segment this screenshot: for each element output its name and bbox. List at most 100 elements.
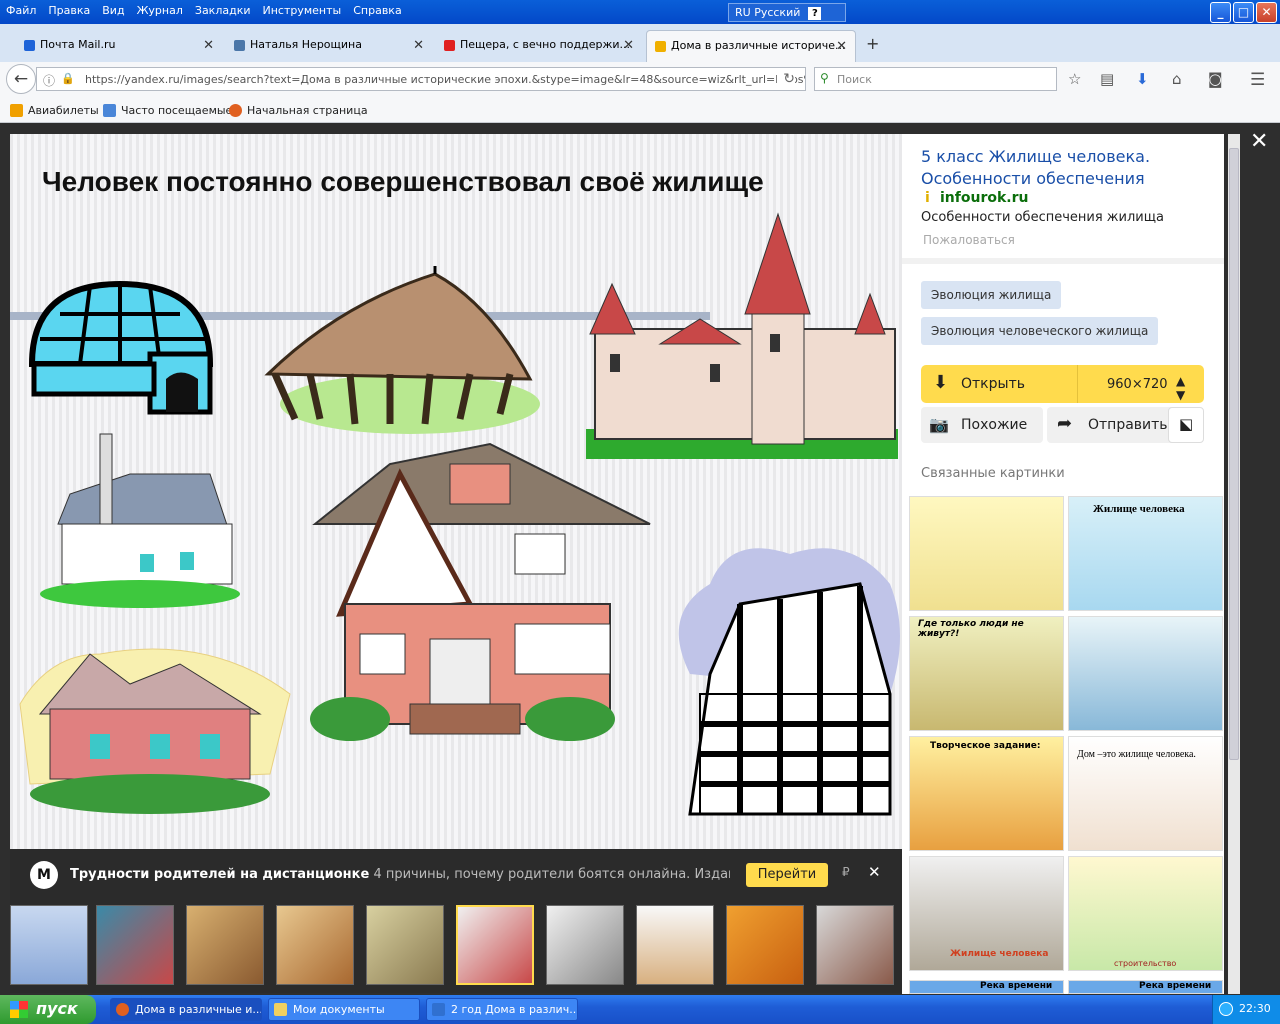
divider bbox=[1077, 365, 1078, 403]
tab-mail[interactable]: Почта Mail.ru ✕ bbox=[16, 30, 222, 62]
start-label: пуск bbox=[36, 999, 78, 1018]
thumbnail[interactable] bbox=[276, 905, 354, 985]
scrollbar-thumb[interactable] bbox=[1229, 148, 1239, 760]
tab-label: Наталья Нерощина bbox=[250, 38, 362, 51]
folder-icon bbox=[103, 104, 116, 117]
related-image[interactable]: Творческое задание: bbox=[909, 736, 1064, 851]
maximize-button[interactable]: □ bbox=[1233, 2, 1254, 23]
ad-description: 4 причины, почему родители боятся онлайн… bbox=[373, 867, 730, 882]
task-word[interactable]: 2 год Дома в различ... bbox=[426, 998, 578, 1021]
tag-evolution-human-housing[interactable]: Эволюция человеческого жилища bbox=[921, 317, 1159, 345]
panel-scrollbar[interactable] bbox=[1228, 134, 1240, 994]
related-image[interactable] bbox=[909, 496, 1064, 611]
tab-close-icon[interactable]: ✕ bbox=[836, 39, 847, 54]
related-caption: Река времени bbox=[1139, 981, 1212, 991]
related-image[interactable]: Где только люди не живут?! bbox=[909, 616, 1064, 731]
viewer-close-button[interactable]: ✕ bbox=[1250, 129, 1268, 154]
document-icon bbox=[432, 1003, 445, 1016]
thumbnail[interactable] bbox=[726, 905, 804, 985]
thumbnail[interactable] bbox=[816, 905, 894, 985]
tab-cave[interactable]: Пещера, с вечно поддержи... ✕ bbox=[436, 30, 642, 62]
apartment-building-icon bbox=[678, 548, 900, 816]
menu-bookmarks[interactable]: Закладки bbox=[189, 0, 257, 17]
minimize-button[interactable]: _ bbox=[1210, 2, 1231, 23]
tab-houses[interactable]: Дома в различные историче... ✕ bbox=[646, 30, 856, 62]
thumbnail-active[interactable] bbox=[456, 905, 534, 985]
thumbnail[interactable] bbox=[636, 905, 714, 985]
info-panel: 5 класс Жилище человека. Особенности обе… bbox=[902, 134, 1224, 994]
related-grid: Жилище человека Где только люди не живут… bbox=[909, 496, 1224, 996]
tab-label: Дома в различные историче... bbox=[671, 39, 846, 52]
related-image[interactable]: Река времени bbox=[909, 980, 1064, 994]
search-icon: ⚲ bbox=[820, 71, 829, 85]
ad-go-button[interactable]: Перейти bbox=[746, 863, 828, 887]
menu-help[interactable]: Справка bbox=[347, 0, 407, 17]
close-window-button[interactable]: ✕ bbox=[1256, 2, 1277, 23]
thumbnail[interactable] bbox=[96, 905, 174, 985]
firefox-icon bbox=[116, 1003, 129, 1016]
bookmark-frequent[interactable]: Часто посещаемые bbox=[103, 104, 232, 117]
related-image[interactable]: Жилище человека bbox=[1068, 496, 1223, 611]
help-icon[interactable]: ? bbox=[808, 7, 822, 20]
bookmark-home[interactable]: Начальная страница bbox=[229, 104, 368, 117]
tab-close-icon[interactable]: ✕ bbox=[413, 38, 424, 53]
crop-button[interactable]: ⬕ bbox=[1168, 407, 1204, 443]
pocket-icon[interactable]: ◙ bbox=[1208, 70, 1223, 88]
nav-bar: ⓘ 🔒 https://yandex.ru/images/search?text… bbox=[0, 62, 1280, 96]
thumbnail[interactable] bbox=[546, 905, 624, 985]
reload-button[interactable]: ↻ bbox=[777, 71, 795, 87]
tab-close-icon[interactable]: ✕ bbox=[623, 38, 634, 53]
task-label: 2 год Дома в различ... bbox=[451, 1003, 578, 1016]
info-icon[interactable]: ⓘ bbox=[43, 72, 55, 89]
language-bar[interactable]: RU Русский? bbox=[728, 3, 846, 22]
back-button[interactable]: ← bbox=[6, 64, 36, 94]
related-image[interactable] bbox=[1068, 616, 1223, 731]
ad-banner[interactable]: M Трудности родителей на дистанционке 4 … bbox=[10, 849, 902, 901]
open-button[interactable]: ⬇ Открыть 960×720 ▲ ▼ bbox=[921, 365, 1204, 403]
tag-evolution-housing[interactable]: Эволюция жилища bbox=[921, 281, 1062, 309]
related-image[interactable]: Река времени bbox=[1068, 980, 1223, 994]
tab-vk[interactable]: Наталья Нерощина ✕ bbox=[226, 30, 432, 62]
task-documents[interactable]: Мои документы bbox=[268, 998, 420, 1021]
home-icon[interactable]: ⌂ bbox=[1172, 70, 1182, 88]
search-input[interactable]: ⚲ Поиск bbox=[814, 67, 1057, 91]
menu-tools[interactable]: Инструменты bbox=[257, 0, 348, 17]
source-title-link[interactable]: 5 класс Жилище человека. Особенности обе… bbox=[921, 146, 1211, 190]
main-image[interactable]: Человек постоянно совершенствовал своё ж… bbox=[10, 134, 902, 849]
bookmark-label: Начальная страница bbox=[247, 104, 368, 117]
menu-history[interactable]: Журнал bbox=[131, 0, 189, 17]
bookmark-flights[interactable]: Авиабилеты bbox=[10, 104, 99, 117]
source-site-link[interactable]: infourok.ru bbox=[940, 190, 1028, 206]
star-icon[interactable]: ☆ bbox=[1068, 70, 1081, 88]
similar-button[interactable]: 📷 Похожие bbox=[921, 407, 1043, 443]
size-select[interactable]: 960×720 bbox=[1107, 377, 1168, 392]
menu-file[interactable]: Файл bbox=[0, 0, 42, 17]
related-image[interactable]: Дом –это жилище человека. bbox=[1068, 736, 1223, 851]
thumbnail[interactable] bbox=[186, 905, 264, 985]
network-icon[interactable] bbox=[1219, 1002, 1233, 1016]
tab-close-icon[interactable]: ✕ bbox=[203, 38, 214, 53]
task-label: Мои документы bbox=[293, 1003, 385, 1016]
menu-icon[interactable]: ☰ bbox=[1250, 70, 1265, 90]
download-icon[interactable]: ⬇ bbox=[1136, 70, 1149, 88]
source-description: Особенности обеспечения жилища bbox=[921, 210, 1164, 225]
reading-list-icon[interactable]: ▤ bbox=[1100, 70, 1114, 88]
new-tab-button[interactable]: + bbox=[866, 34, 879, 53]
camera-icon: 📷 bbox=[929, 415, 949, 434]
bookmark-label: Авиабилеты bbox=[28, 104, 99, 117]
thumbnail[interactable] bbox=[10, 905, 88, 985]
start-button[interactable]: пуск bbox=[0, 995, 96, 1024]
task-firefox[interactable]: Дома в различные и... bbox=[110, 998, 262, 1021]
menu-view[interactable]: Вид bbox=[96, 0, 130, 17]
lock-icon[interactable]: 🔒 bbox=[61, 72, 75, 85]
report-link[interactable]: Пожаловаться bbox=[923, 233, 1015, 247]
url-input[interactable]: ⓘ 🔒 https://yandex.ru/images/search?text… bbox=[36, 67, 806, 91]
ad-marker-icon[interactable]: ₽ bbox=[842, 865, 850, 879]
related-caption: строительство bbox=[1114, 959, 1177, 968]
related-image[interactable]: Жилище человека bbox=[909, 856, 1064, 971]
related-image[interactable]: строительство bbox=[1068, 856, 1223, 971]
ad-close-button[interactable]: ✕ bbox=[868, 863, 881, 881]
download-icon: ⬇ bbox=[933, 372, 949, 393]
menu-edit[interactable]: Правка bbox=[42, 0, 96, 17]
thumbnail[interactable] bbox=[366, 905, 444, 985]
